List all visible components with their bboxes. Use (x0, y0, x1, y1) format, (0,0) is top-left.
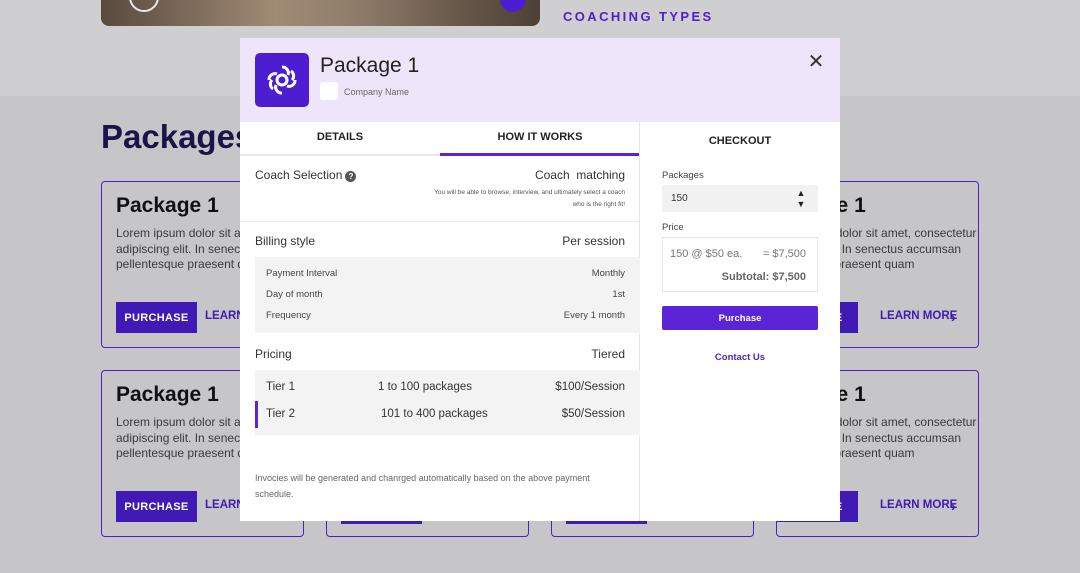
billing-style-row: Billing style Per session (255, 234, 625, 248)
invoice-note: Invocies will be generated and chanrged … (255, 473, 590, 499)
purchase-button[interactable]: Purchase (662, 306, 818, 330)
tier-name: Tier 1 (266, 381, 295, 393)
flower-logo-icon (267, 65, 297, 95)
chevron-up-icon[interactable]: ▲ (795, 188, 807, 198)
company-name: Company Name (344, 87, 410, 97)
billing-style-label: Billing style (255, 234, 316, 248)
close-icon[interactable]: ✕ (806, 52, 826, 72)
purchase-button[interactable]: PURCHASE (116, 491, 197, 522)
modal-header: Package 1 Company Name ✕ (240, 38, 840, 122)
tier-price: $50/Session (561, 408, 625, 420)
help-icon[interactable]: ? (345, 171, 357, 182)
tab-details[interactable]: DETAILS (240, 122, 440, 156)
price-total: = $7,500 (762, 248, 806, 260)
tier-range: 1 to 100 packages (378, 381, 472, 393)
frequency-row: Frequency Every 1 month (266, 310, 625, 321)
pricing-value: Tiered (591, 347, 625, 361)
coach-selection-value: Coach matching (534, 168, 625, 182)
image-ring (129, 0, 159, 12)
frequency-label: Frequency (266, 310, 311, 321)
package-logo (255, 53, 309, 107)
package-card-title: Package 1 (116, 383, 219, 406)
hero-image (101, 0, 540, 26)
day-of-month-value: 1st (612, 289, 625, 300)
pricing-tiers-box: Tier 1 1 to 100 packages $100/Session Ti… (255, 370, 640, 435)
packages-label: Packages (662, 170, 704, 181)
coach-selection-note: You will be able to browse, interview, a… (434, 189, 625, 208)
payment-interval-label: Payment Interval (266, 268, 338, 279)
tier-price: $100/Session (555, 381, 625, 393)
chevron-right-icon[interactable]: › (951, 309, 956, 325)
price-calculation: 150 @ $50 ea. (670, 248, 743, 260)
tier-row: Tier 1 1 to 100 packages $100/Session (255, 374, 640, 401)
purchase-button-edge (341, 521, 422, 524)
learn-more-link[interactable]: LEARN MORE (880, 499, 957, 511)
day-of-month-row: Day of month 1st (266, 289, 625, 300)
learn-more-link[interactable]: LEARN MORE (880, 310, 957, 322)
modal-title: Package 1 (320, 54, 420, 77)
price-summary: 150 @ $50 ea. = $7,500 Subtotal: $7,500 (662, 237, 818, 292)
payment-interval-value: Monthly (591, 268, 625, 279)
pricing-row: Pricing Tiered (255, 347, 625, 361)
package-modal: Package 1 Company Name ✕ DETAILS HOW IT … (240, 38, 840, 521)
day-of-month-label: Day of month (266, 289, 323, 300)
price-label: Price (662, 222, 684, 233)
play-button[interactable] (500, 0, 526, 12)
coach-selection-row: Coach Selection? Coach matching (255, 168, 625, 182)
divider (240, 221, 639, 222)
coach-selection-label: Coach Selection (255, 168, 343, 182)
chevron-right-icon[interactable]: › (951, 498, 956, 514)
chevron-down-icon[interactable]: ▼ (795, 199, 807, 209)
frequency-value: Every 1 month (563, 310, 625, 321)
tab-how-it-works[interactable]: HOW IT WORKS (440, 122, 640, 156)
checkout-heading: CHECKOUT (708, 135, 772, 147)
pricing-label: Pricing (255, 347, 292, 361)
billing-style-value: Per session (562, 234, 625, 248)
company-logo (320, 82, 338, 100)
coaching-types-heading: COACHING TYPES (563, 9, 714, 24)
payment-interval-row: Payment Interval Monthly (266, 268, 625, 279)
purchase-button[interactable]: PURCHASE (116, 302, 197, 333)
tier-name: Tier 2 (266, 408, 295, 420)
purchase-button-edge (566, 521, 647, 524)
subtotal: Subtotal: $7,500 (721, 271, 806, 283)
tier-row-active: Tier 2 101 to 400 packages $50/Session (255, 401, 640, 428)
contact-us-link[interactable]: Contact Us (662, 352, 818, 363)
tier-range: 101 to 400 packages (381, 408, 488, 420)
packages-heading: Packages (101, 118, 254, 155)
package-card-title: Package 1 (116, 194, 219, 217)
billing-details-box: Payment Interval Monthly Day of month 1s… (255, 257, 640, 333)
